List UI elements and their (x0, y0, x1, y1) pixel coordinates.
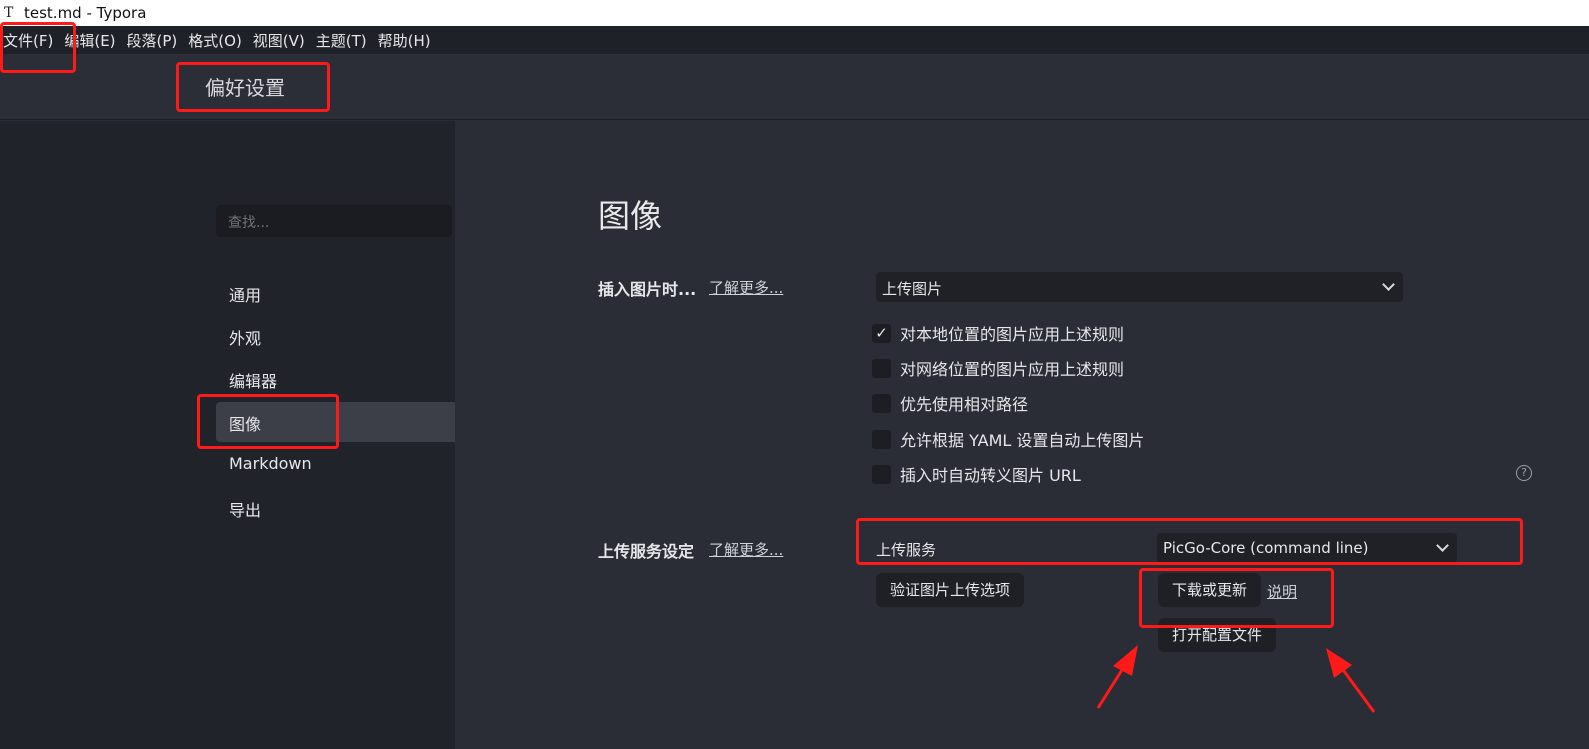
open-config-button[interactable]: 打开配置文件 (1158, 618, 1277, 652)
sidebar-item-editor[interactable]: 编辑器 (216, 359, 455, 399)
menu-help[interactable]: 帮助(H) (375, 30, 438, 51)
checkbox-row-local-images[interactable]: ✓ 对本地位置的图片应用上述规则 (872, 321, 1124, 345)
checkbox-relative-path[interactable] (872, 393, 891, 413)
typora-app-icon: T (4, 5, 14, 21)
menu-file[interactable]: 文件(F) (0, 30, 60, 51)
sidebar-item-export[interactable]: 导出 (216, 488, 455, 528)
checkbox-network-images[interactable] (872, 358, 891, 378)
checkbox-label: 对网络位置的图片应用上述规则 (900, 360, 1125, 379)
checkbox-row-escape-url[interactable]: 插入时自动转义图片 URL (872, 462, 1081, 486)
checkbox-label: 允许根据 YAML 设置自动上传图片 (900, 431, 1145, 450)
sidebar-item-image[interactable]: 图像 (216, 402, 455, 442)
upload-service-select[interactable]: PicGo-Core (command line) (1157, 533, 1457, 563)
upload-service-selected: PicGo-Core (command line) (1163, 539, 1369, 557)
upload-service-section-label: 上传服务设定 (598, 542, 695, 561)
upload-service-learn-more-link[interactable]: 了解更多... (709, 539, 783, 560)
checkbox-yaml-upload[interactable] (872, 429, 891, 449)
image-settings-panel: 图像 插入图片时... 了解更多... 上传图片 ✓ 对本地位置的图片应用上述规… (455, 121, 1589, 749)
checkbox-label: 对本地位置的图片应用上述规则 (900, 325, 1125, 344)
sidebar-item-appearance[interactable]: 外观 (216, 316, 455, 356)
section-title: 图像 (598, 197, 663, 235)
window-titlebar: T test.md - Typora (0, 0, 1589, 26)
menu-paragraph[interactable]: 段落(P) (124, 30, 185, 51)
sidebar-item-markdown[interactable]: Markdown (216, 445, 455, 485)
menu-theme[interactable]: 主题(T) (313, 30, 374, 51)
preferences-header: 偏好设置 (0, 54, 1589, 120)
insert-image-label: 插入图片时... (598, 280, 697, 299)
checkbox-row-network-images[interactable]: 对网络位置的图片应用上述规则 (872, 356, 1124, 380)
chevron-down-icon (1382, 278, 1395, 291)
checkbox-local-images[interactable]: ✓ (872, 323, 891, 343)
insert-image-action-select[interactable]: 上传图片 (876, 272, 1403, 302)
menu-view[interactable]: 视图(V) (250, 30, 312, 51)
sidebar-item-general[interactable]: 通用 (216, 273, 455, 313)
window-title: test.md - Typora (24, 4, 147, 22)
preferences-sidebar: 查找... 通用 外观 编辑器 图像 Markdown 导出 (0, 121, 455, 749)
menu-format[interactable]: 格式(O) (185, 30, 249, 51)
upload-service-label: 上传服务 (876, 541, 937, 559)
insert-image-selected-option: 上传图片 (882, 280, 943, 298)
checkbox-row-yaml-upload[interactable]: 允许根据 YAML 设置自动上传图片 (872, 427, 1144, 451)
verify-upload-button[interactable]: 验证图片上传选项 (876, 573, 1025, 607)
help-icon[interactable]: ? (1516, 465, 1532, 481)
checkbox-label: 优先使用相对路径 (900, 395, 1029, 414)
checkbox-label: 插入时自动转义图片 URL (900, 466, 1081, 485)
download-update-button[interactable]: 下载或更新 (1158, 573, 1262, 607)
preferences-title: 偏好设置 (205, 76, 285, 100)
chevron-down-icon (1436, 539, 1449, 552)
checkbox-row-relative-path[interactable]: 优先使用相对路径 (872, 391, 1028, 415)
checkbox-escape-url[interactable] (872, 464, 891, 484)
insert-image-learn-more-link[interactable]: 了解更多... (709, 277, 783, 298)
search-input[interactable]: 查找... (216, 205, 452, 237)
menubar: 文件(F) 编辑(E) 段落(P) 格式(O) 视图(V) 主题(T) 帮助(H… (0, 26, 1589, 54)
menu-edit[interactable]: 编辑(E) (61, 30, 122, 51)
docs-link[interactable]: 说明 (1267, 581, 1297, 602)
